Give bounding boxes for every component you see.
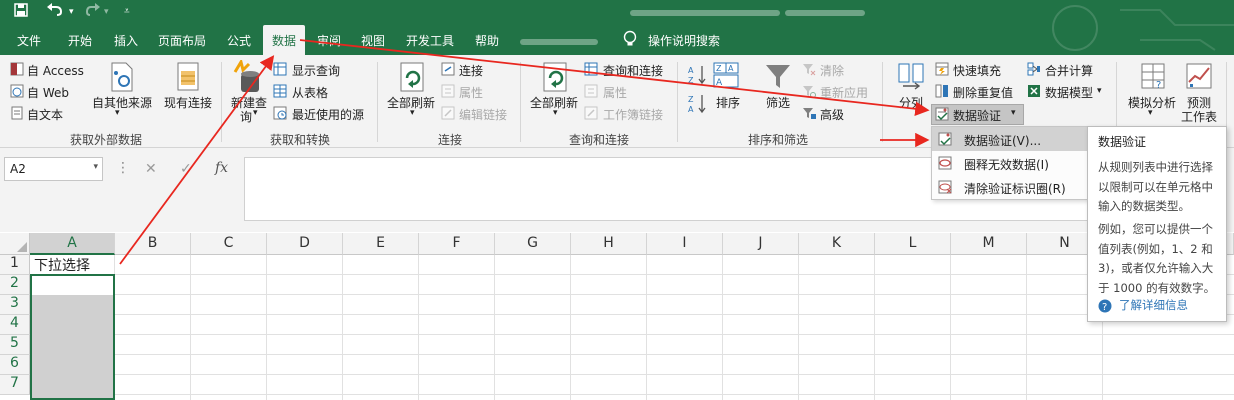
- arrow-a1-to-data-tab: [119, 55, 275, 265]
- annotation-arrows: [119, 39, 930, 265]
- arrow-data-tab-to-validation: [299, 39, 930, 116]
